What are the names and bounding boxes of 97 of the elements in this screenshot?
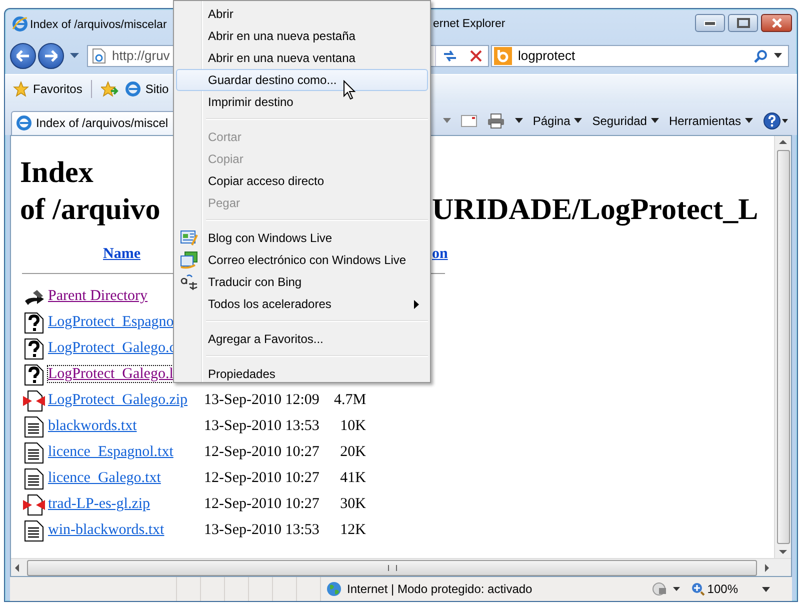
page-heading: of /arquivo [20,192,160,226]
scrollbar-thumb[interactable] [776,150,790,544]
menu-item[interactable]: Guardar destino como... [176,69,428,91]
suggested-sites-link[interactable]: Sitio [125,81,169,98]
modified-date: 12-Sep-2010 10:27 [204,496,320,514]
caret-icon [745,118,753,124]
file-size: 4.7M [334,392,366,410]
file-size: 30K [339,496,366,514]
compressed-file-icon [22,494,46,516]
menu-item[interactable]: Blog con Windows Live [176,227,428,249]
right-arrow-icon [44,50,58,62]
command-menu[interactable]: Herramientas [668,114,753,128]
text-file-icon [22,442,46,464]
add-favorite-icon[interactable] [101,81,120,98]
modified-date: 12-Sep-2010 10:27 [204,444,320,462]
caret-icon [650,118,659,124]
dropdown-caret-icon[interactable] [762,586,770,592]
star-icon [13,81,29,98]
file-link[interactable]: trad-LP-es-gl.zip [48,496,150,512]
file-size: 41K [339,470,366,488]
modified-date: 13-Sep-2010 13:53 [204,522,320,540]
unknown-file-icon [22,338,46,360]
file-link[interactable]: licence_Espagnol.txt [48,444,174,460]
file-link[interactable]: LogProtect_Galego.l [48,366,174,382]
help-button[interactable] [763,112,789,130]
search-provider-icon [494,46,512,65]
favorites-button[interactable]: Favoritos [13,81,82,98]
browser-logo-icon [16,115,32,132]
menu-item[interactable]: Correo electrónico con Windows Live [176,249,428,271]
close-icon [771,18,782,28]
left-arrow-icon [16,50,30,62]
menu-item[interactable]: Abrir en una nueva ventana [176,47,428,69]
refresh-icon[interactable] [442,48,458,63]
compressed-file-icon [22,390,46,412]
menu-item[interactable]: Propiedades [176,363,428,385]
unknown-file-icon [22,312,46,334]
maximize-button[interactable] [728,14,758,32]
dropdown-caret-icon[interactable] [774,53,782,58]
dropdown-caret-icon[interactable] [514,118,523,124]
mouse-pointer-icon [343,80,356,100]
envelope-icon[interactable] [460,114,477,127]
column-header-link[interactable]: on [432,246,448,263]
search-icon[interactable] [754,48,768,63]
menu-item[interactable]: Abrir en una nueva pestaña [176,25,428,47]
printer-icon[interactable] [486,112,505,129]
text-file-icon [22,520,46,542]
minimize-button[interactable] [695,14,725,32]
text-file-icon [22,468,46,490]
modified-date: 13-Sep-2010 13:53 [204,418,320,436]
command-menu[interactable]: Seguridad [592,114,659,128]
search-field[interactable]: logprotect [491,44,789,67]
back-button[interactable] [10,42,36,69]
submenu-arrow-icon [414,300,419,308]
file-size: 10K [339,418,366,436]
magnifier-icon [691,582,706,596]
globe-icon [326,581,342,598]
menu-item[interactable]: Imprimir destino [176,91,428,113]
browser-logo-icon [125,81,142,98]
mail-icon [180,251,198,269]
horizontal-scrollbar[interactable] [11,558,791,576]
text-file-icon [22,416,46,438]
file-link[interactable]: blackwords.txt [48,418,137,434]
page-heading: URIDADE/LogProtect_L [432,192,758,228]
menu-item[interactable]: Agregar a Favoritos... [176,328,428,350]
file-link[interactable]: licence_Galego.txt [48,470,161,486]
forward-button[interactable] [38,42,64,69]
file-size: 12K [339,522,366,540]
close-button[interactable] [761,14,792,32]
file-link[interactable]: win-blackwords.txt [48,522,164,538]
window-title: Index of /arquivos/miscelar [30,19,167,32]
blog-icon [180,229,198,247]
file-link[interactable]: LogProtect_Espagno [48,314,174,330]
security-zone-text: Internet | Modo protegido: activado [347,582,532,596]
scrollbar-thumb[interactable] [27,560,757,576]
vertical-scrollbar[interactable] [774,136,791,558]
window-title: ernet Explorer [433,18,506,30]
page-icon [92,48,106,64]
zoom-button[interactable]: 100% [691,582,752,596]
help-icon [763,112,789,130]
unknown-file-icon [22,364,46,386]
browser-logo-icon [12,16,28,32]
translate-icon [180,273,198,291]
modified-date: 13-Sep-2010 12:09 [204,392,320,410]
file-link[interactable]: LogProtect_Galego.c [48,340,176,356]
menu-item[interactable]: Todos los aceleradores [176,293,428,315]
menu-item[interactable]: Traducir con Bing [176,271,428,293]
menu-item[interactable]: Copiar acceso directo [176,170,428,192]
command-menu[interactable]: Página [532,114,582,128]
caret-icon [574,118,582,124]
page-heading: Index [20,154,94,191]
modified-date: 12-Sep-2010 10:27 [204,470,320,488]
menu-item[interactable]: Abrir [176,3,428,25]
file-size: 20K [339,444,366,462]
file-link[interactable]: LogProtect_Galego.zip [48,392,188,408]
file-link[interactable]: Parent Directory [48,288,148,304]
column-header-link[interactable]: Name [103,246,140,262]
stop-icon[interactable] [470,50,482,62]
